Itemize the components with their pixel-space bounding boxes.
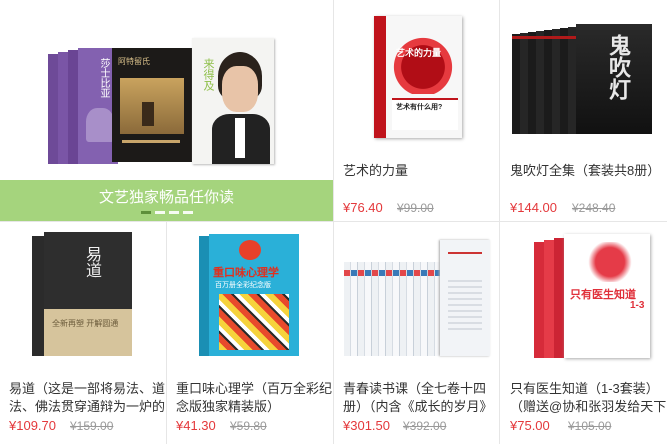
book-cover[interactable]: 只有医生知道 1-3: [534, 234, 650, 358]
product-old-price: ¥248.40: [572, 201, 616, 215]
promo-banner[interactable]: 莎士比亚 阿特留氏 来得及 文艺独家畅品任你读: [0, 0, 333, 221]
product-price: ¥76.40: [343, 200, 383, 215]
product-title[interactable]: 艺术的力量: [343, 162, 408, 180]
product-title[interactable]: 只有医生知道（1-3套装）: [510, 380, 659, 398]
carousel-dot[interactable]: [183, 211, 193, 214]
carousel-dot[interactable]: [155, 211, 165, 214]
book-cover[interactable]: 艺术的力量 艺术有什么用?: [374, 16, 462, 138]
product-card[interactable]: 鬼吹灯 鬼吹灯全集（套装共8册） ¥144.00 ¥248.40: [500, 0, 667, 221]
product-title[interactable]: 鬼吹灯全集（套装共8册）: [510, 162, 660, 180]
product-price: ¥301.50: [343, 418, 390, 433]
product-card[interactable]: 青春读书课（全七卷十四 册）（内含《成长的岁月》 ¥301.50 ¥392.00: [334, 222, 499, 444]
product-card[interactable]: 艺术的力量 艺术有什么用? 艺术的力量 ¥76.40 ¥99.00: [334, 0, 499, 221]
banner-book-landscape: 阿特留氏: [112, 48, 192, 162]
product-title-line2[interactable]: 法、佛法贯穿通辩为一炉的: [9, 398, 165, 416]
product-title-line2[interactable]: （赠送@协和张羽发给天下: [510, 398, 666, 416]
book-cover[interactable]: 鬼吹灯: [512, 24, 652, 138]
product-price: ¥109.70: [9, 418, 56, 433]
product-title-line2[interactable]: 念版独家精装版）: [176, 398, 280, 416]
product-old-price: ¥392.00: [403, 419, 447, 433]
product-card[interactable]: 易道 全新再塑 开解圆通 易道（这是一部将易法、道 法、佛法贯穿通辩为一炉的 ¥…: [0, 222, 166, 444]
book-cover[interactable]: [344, 240, 490, 356]
product-card[interactable]: 只有医生知道 1-3 只有医生知道（1-3套装） （赠送@协和张羽发给天下 ¥7…: [500, 222, 667, 444]
product-title-line2[interactable]: 册）（内含《成长的岁月》: [343, 398, 493, 416]
product-price: ¥144.00: [510, 200, 557, 215]
product-title[interactable]: 重口味心理学（百万全彩纪: [176, 380, 332, 398]
product-title[interactable]: 青春读书课（全七卷十四: [343, 380, 486, 398]
product-card[interactable]: 重口味心理学 百万册全彩纪念版 重口味心理学（百万全彩纪 念版独家精装版） ¥4…: [167, 222, 333, 444]
banner-book-portrait: 来得及: [192, 38, 274, 164]
product-price: ¥75.00: [510, 418, 550, 433]
banner-book-shakespeare: 莎士比亚: [48, 48, 118, 166]
product-old-price: ¥59.80: [230, 419, 267, 433]
product-old-price: ¥99.00: [397, 201, 434, 215]
product-old-price: ¥105.00: [568, 419, 612, 433]
carousel-dot[interactable]: [141, 211, 151, 214]
book-cover[interactable]: 易道 全新再塑 开解圆通: [32, 232, 132, 356]
carousel-indicator: [141, 211, 193, 214]
product-title[interactable]: 易道（这是一部将易法、道: [9, 380, 165, 398]
book-cover[interactable]: 重口味心理学 百万册全彩纪念版: [199, 234, 299, 356]
product-price: ¥41.30: [176, 418, 216, 433]
banner-caption[interactable]: 文艺独家畅品任你读: [0, 180, 333, 221]
product-old-price: ¥159.00: [70, 419, 114, 433]
carousel-dot[interactable]: [169, 211, 179, 214]
